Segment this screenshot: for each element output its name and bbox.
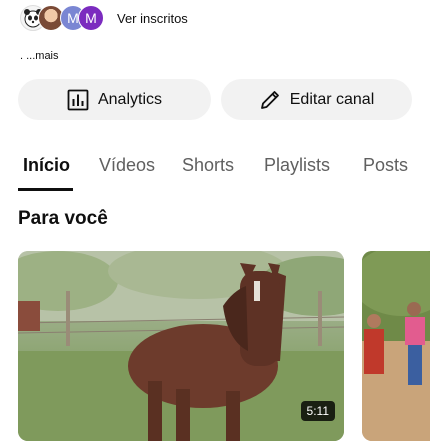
tab-videos[interactable]: Vídeos — [99, 155, 155, 176]
pencil-icon — [259, 89, 281, 111]
video-thumbnail[interactable]: 5:11 — [18, 251, 344, 441]
video-thumbnail-2[interactable] — [362, 251, 430, 441]
view-subscribers-link[interactable]: Ver inscritos — [117, 11, 188, 26]
bar-chart-icon — [67, 89, 89, 111]
analytics-button[interactable]: Analytics — [18, 79, 211, 120]
active-tab-indicator — [18, 188, 73, 191]
analytics-label: Analytics — [97, 90, 163, 108]
m-avatar-2: M — [78, 5, 104, 31]
video-duration: 5:11 — [300, 401, 335, 421]
tab-posts[interactable]: Posts — [363, 155, 408, 176]
description-more-link[interactable]: . ...mais — [20, 50, 59, 62]
edit-channel-label: Editar canal — [289, 90, 375, 108]
edit-channel-button[interactable]: Editar canal — [221, 79, 412, 120]
subscriber-avatars[interactable]: M M — [20, 5, 110, 33]
tab-inicio[interactable]: Início — [23, 155, 70, 176]
section-title: Para você — [18, 208, 108, 229]
tab-playlists[interactable]: Playlists — [264, 155, 330, 176]
tab-shorts[interactable]: Shorts — [182, 155, 234, 176]
